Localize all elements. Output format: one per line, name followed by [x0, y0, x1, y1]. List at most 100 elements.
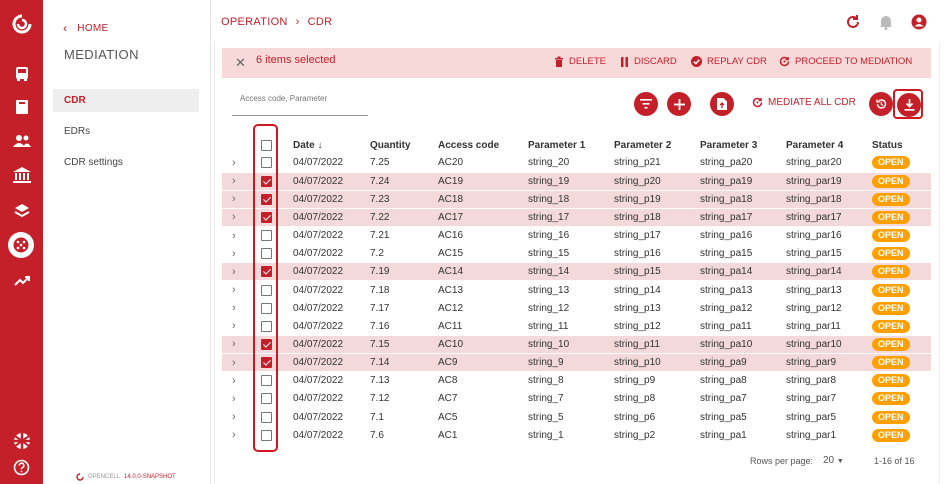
rows-per-page-select[interactable]: 20 ▼ [823, 455, 844, 466]
help-icon[interactable] [8, 454, 35, 481]
row-checkbox-cell [256, 171, 293, 191]
expand-row-icon[interactable]: › [222, 389, 256, 408]
row-checkbox[interactable] [261, 157, 272, 169]
row-checkbox[interactable] [261, 175, 272, 187]
bus-icon[interactable] [8, 60, 35, 87]
expand-row-icon[interactable]: › [222, 154, 256, 172]
table-row[interactable]: › 04/07/2022 7.12 AC7 string_7 string_p8 strin… [222, 389, 931, 408]
download-button[interactable] [897, 93, 921, 117]
expand-row-icon[interactable]: › [222, 334, 256, 354]
table-row[interactable]: › 04/07/2022 7.16 AC11 string_11 string_p12 st… [222, 316, 931, 336]
replay-cdr-button[interactable]: REPLAY CDR [691, 56, 767, 67]
cell-date: 04/07/2022 [293, 353, 370, 372]
expand-row-icon[interactable]: › [222, 425, 256, 445]
column-header-parameter-1: Parameter 1 [528, 139, 586, 151]
expand-row-icon[interactable]: › [222, 298, 256, 318]
cell-p3: string_pa11 [700, 316, 786, 336]
row-checkbox[interactable] [261, 302, 272, 314]
delete-button[interactable]: DELETE [554, 56, 606, 67]
users-icon[interactable] [8, 127, 35, 154]
table-row[interactable]: › 04/07/2022 7.25 AC20 string_20 string_p21 st… [222, 154, 931, 172]
table-row[interactable]: › 04/07/2022 7.1 AC5 string_5 string_p6 string… [222, 407, 931, 427]
cell-status: OPEN [872, 171, 931, 191]
row-checkbox[interactable] [261, 211, 272, 223]
opencell-logo-icon[interactable] [8, 10, 35, 37]
expand-row-icon[interactable]: › [222, 226, 256, 245]
filter-button[interactable] [634, 92, 658, 116]
mediate-all-cdr-button[interactable]: MEDIATE ALL CDR [752, 97, 856, 108]
column-header-date[interactable]: Date ↓ [293, 136, 370, 154]
sidebar-item-edrs[interactable]: EDRs [53, 120, 199, 143]
expand-row-icon[interactable]: › [222, 189, 256, 209]
expand-row-icon[interactable]: › [222, 207, 256, 227]
sidebar-item-cdr-settings[interactable]: CDR settings [53, 151, 199, 174]
row-checkbox[interactable] [261, 230, 272, 242]
row-checkbox[interactable] [261, 357, 272, 369]
row-checkbox[interactable] [261, 411, 272, 423]
table-row[interactable]: › 04/07/2022 7.22 AC17 string_17 string_p18 st… [222, 207, 931, 227]
row-checkbox[interactable] [261, 193, 272, 205]
row-checkbox[interactable] [261, 375, 272, 387]
cell-p3: string_pa15 [700, 244, 786, 263]
import-file-button[interactable] [710, 92, 734, 116]
book-icon[interactable] [8, 93, 35, 120]
table-row[interactable]: › 04/07/2022 7.2 AC15 string_15 string_p16 str… [222, 244, 931, 263]
trend-icon[interactable] [8, 267, 35, 294]
history-button[interactable] [869, 92, 893, 116]
table-header-row: Date ↓ Quantity Access code Parameter 1 … [222, 136, 931, 154]
row-checkbox[interactable] [261, 393, 272, 405]
expand-row-icon[interactable]: › [222, 171, 256, 191]
table-row[interactable]: › 04/07/2022 7.23 AC18 string_18 string_p19 st… [222, 189, 931, 209]
refresh-icon[interactable] [845, 14, 861, 30]
expand-row-icon[interactable]: › [222, 353, 256, 372]
proceed-to-mediation-button[interactable]: PROCEED TO MEDIATION [779, 56, 912, 67]
row-checkbox[interactable] [261, 284, 272, 296]
row-checkbox[interactable] [261, 429, 272, 441]
cell-p3: string_pa18 [700, 189, 786, 209]
cell-status: OPEN [872, 353, 931, 372]
row-checkbox[interactable] [261, 320, 272, 332]
cell-p4: string_par13 [786, 280, 872, 300]
cell-p4: string_par7 [786, 389, 872, 408]
cell-status: OPEN [872, 298, 931, 318]
table-row[interactable]: › 04/07/2022 7.17 AC12 string_12 string_p13 st… [222, 298, 931, 318]
table-row[interactable]: › 04/07/2022 7.15 AC10 string_10 string_p11 st… [222, 334, 931, 354]
row-checkbox[interactable] [261, 248, 272, 260]
expand-row-icon[interactable]: › [222, 262, 256, 281]
expand-row-icon[interactable]: › [222, 280, 256, 300]
row-checkbox[interactable] [261, 266, 272, 278]
cell-p1: string_8 [528, 371, 614, 390]
table-row[interactable]: › 04/07/2022 7.13 AC8 string_8 string_p9 strin… [222, 371, 931, 390]
expand-row-icon[interactable]: › [222, 407, 256, 427]
clear-selection-icon[interactable]: ✕ [235, 55, 246, 71]
table-row[interactable]: › 04/07/2022 7.21 AC16 string_16 string_p17 st… [222, 226, 931, 245]
bank-icon[interactable] [8, 161, 35, 188]
expand-row-icon[interactable]: › [222, 244, 256, 263]
expand-row-icon[interactable]: › [222, 371, 256, 390]
table-row[interactable]: › 04/07/2022 7.18 AC13 string_13 string_p14 st… [222, 280, 931, 300]
cell-status: OPEN [872, 280, 931, 300]
table-row[interactable]: › 04/07/2022 7.6 AC1 string_1 string_p2 string… [222, 425, 931, 445]
cell-quantity: 7.23 [370, 189, 438, 209]
cell-p4: string_par17 [786, 207, 872, 227]
table-row[interactable]: › 04/07/2022 7.19 AC14 string_14 string_p15 st… [222, 262, 931, 281]
table-row[interactable]: › 04/07/2022 7.24 AC19 string_19 string_p20 st… [222, 171, 931, 191]
discard-button[interactable]: DISCARD [620, 56, 677, 67]
search-input[interactable] [232, 89, 368, 103]
cell-quantity: 7.21 [370, 226, 438, 245]
add-button[interactable] [667, 92, 691, 116]
bell-icon[interactable] [878, 14, 894, 30]
account-icon[interactable] [911, 14, 927, 30]
table-row[interactable]: › 04/07/2022 7.14 AC9 string_9 string_p10 stri… [222, 353, 931, 372]
expand-row-icon[interactable]: › [222, 316, 256, 336]
search-box [232, 88, 368, 116]
layers-icon[interactable] [8, 197, 35, 224]
breadcrumb-parent[interactable]: OPERATION [221, 16, 288, 28]
language-icon[interactable] [8, 427, 35, 454]
sidebar-item-cdr[interactable]: CDR [53, 89, 199, 112]
select-all-checkbox[interactable] [261, 139, 272, 151]
mediation-icon[interactable] [8, 232, 34, 258]
row-checkbox[interactable] [261, 338, 272, 350]
home-link[interactable]: ‹ HOME [63, 21, 109, 35]
column-header-status: Status [872, 139, 903, 151]
